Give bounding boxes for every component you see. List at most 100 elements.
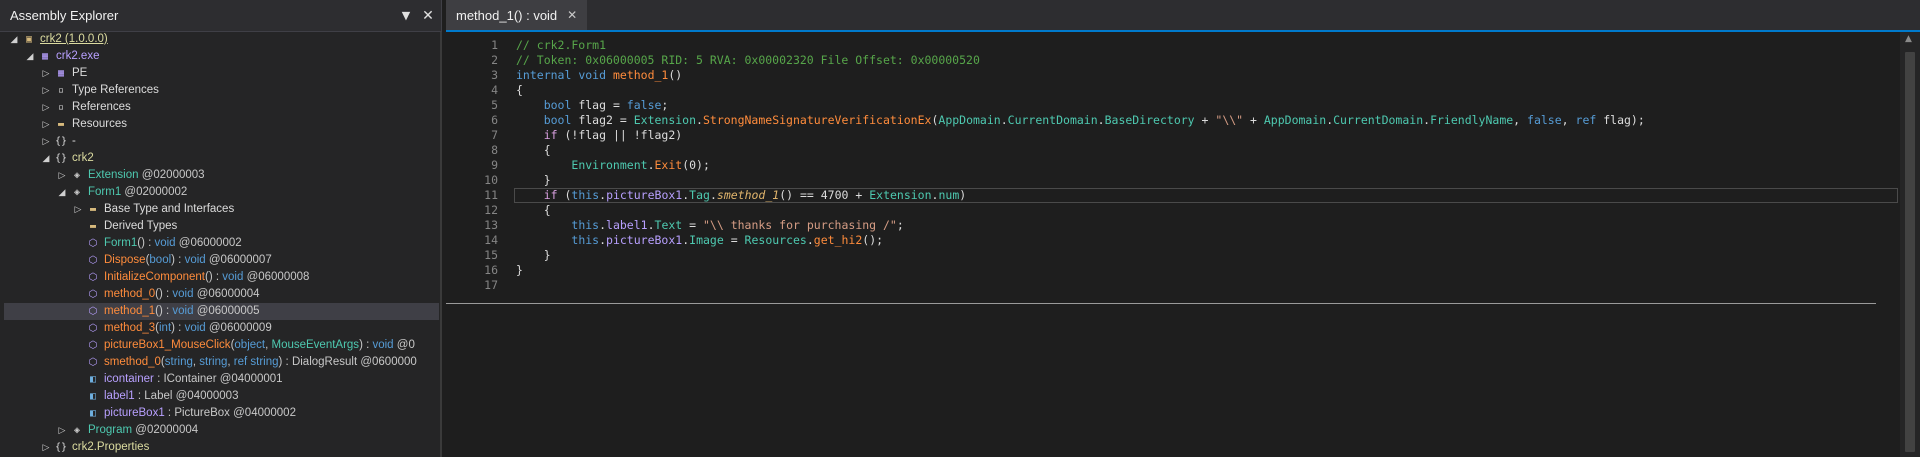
code-token: num bbox=[938, 188, 960, 202]
code-token: . bbox=[647, 218, 655, 232]
code-token: this bbox=[571, 233, 600, 247]
tree-item-label: pictureBox1 : PictureBox @04000002 bbox=[104, 405, 296, 422]
code-token: () == 4700 + bbox=[779, 188, 870, 202]
line-number: 4 bbox=[491, 83, 498, 97]
code-token: smethod_1 bbox=[716, 188, 780, 202]
tree-item-label: icontainer : IContainer @04000001 bbox=[104, 371, 283, 388]
code-token: internal bbox=[516, 68, 572, 82]
code-line: 13 this.label1.Text = "\\ thanks for pur… bbox=[446, 218, 1898, 233]
line-number: 1 bbox=[491, 38, 498, 52]
collapsed-arrow-icon[interactable]: ▷ bbox=[56, 167, 68, 184]
close-icon[interactable]: ✕ bbox=[419, 7, 437, 25]
tree-item[interactable]: ▷ ◈ Extension @02000003 bbox=[4, 167, 439, 184]
tab-method-1[interactable]: method_1() : void ✕ bbox=[446, 0, 588, 30]
collapsed-arrow-icon[interactable]: ▷ bbox=[40, 65, 52, 82]
label-segment: pictureBox1_MouseClick bbox=[104, 339, 231, 351]
field-icon: ◧ bbox=[89, 374, 97, 385]
tree-item[interactable]: ⬡ method_3(int) : void @06000009 bbox=[4, 320, 439, 337]
tree-item[interactable]: ▷ ▬ Base Type and Interfaces bbox=[4, 201, 439, 218]
tree-item[interactable]: ⬡ pictureBox1_MouseClick(object, MouseEve… bbox=[4, 337, 439, 354]
label-segment: void bbox=[172, 288, 194, 300]
tree-item-label: Resources bbox=[72, 116, 127, 133]
tree-item[interactable]: ◢{} crk2 bbox=[4, 150, 439, 167]
expanded-arrow-icon[interactable]: ◢ bbox=[8, 31, 20, 48]
label-segment: void bbox=[184, 322, 206, 334]
collapsed-arrow-icon[interactable]: ▷ bbox=[40, 99, 52, 116]
code-line: 6 bool flag2 = Extension.StrongNameSigna… bbox=[446, 113, 1898, 128]
code-line: 8 { bbox=[446, 143, 1898, 158]
close-icon[interactable]: ✕ bbox=[567, 8, 577, 22]
tree-item-label: pictureBox1_MouseClick(object, MouseEven… bbox=[104, 337, 415, 354]
tree-item[interactable]: ▷ ◈ Program @02000004 bbox=[4, 422, 439, 439]
tree-item[interactable]: ⬡ Form1() : void @06000002 bbox=[4, 235, 439, 252]
collapsed-arrow-icon[interactable]: ▷ bbox=[40, 82, 52, 99]
code-token: method_1 bbox=[612, 68, 669, 82]
tree-item[interactable]: ▷{} crk2.Properties bbox=[4, 439, 439, 456]
tree-item[interactable]: ◢ ◈ Form1 @02000002 bbox=[4, 184, 439, 201]
line-number: 7 bbox=[491, 128, 498, 142]
tree-item[interactable]: ⬡ InitializeComponent() : void @06000008 bbox=[4, 269, 439, 286]
code-token: . bbox=[647, 158, 655, 172]
code-text: internal void method_1() bbox=[516, 68, 682, 83]
tree-item[interactable]: ⬡ method_1() : void @06000005 bbox=[4, 303, 439, 320]
editor-scrollbar[interactable]: ▲ bbox=[1900, 32, 1920, 457]
tree-item-label: Derived Types bbox=[104, 218, 177, 235]
label-segment: object bbox=[234, 339, 266, 351]
expanded-arrow-icon[interactable]: ◢ bbox=[40, 150, 52, 167]
label-segment: bool bbox=[149, 254, 172, 266]
collapsed-arrow-icon[interactable]: ▷ bbox=[72, 201, 84, 218]
line-number: 11 bbox=[484, 188, 498, 202]
code-token: ) bbox=[959, 188, 967, 202]
collapsed-arrow-icon[interactable]: ▷ bbox=[40, 439, 52, 456]
tree-item[interactable]: ◢ ▣ crk2 (1.0.0.0) bbox=[4, 31, 439, 48]
tree-item[interactable]: ▷ ▦ PE bbox=[4, 65, 439, 82]
tree-item-label: label1 : Label @04000003 bbox=[104, 388, 238, 405]
tree-item[interactable]: ◧ icontainer : IContainer @04000001 bbox=[4, 371, 439, 388]
collapsed-arrow-icon[interactable]: ▷ bbox=[40, 133, 52, 150]
scroll-up-icon[interactable]: ▲ bbox=[1905, 34, 1912, 44]
code-text: { bbox=[516, 203, 551, 218]
tree-item[interactable]: ⬡ Dispose(bool) : void @06000007 bbox=[4, 252, 439, 269]
code-text: } bbox=[516, 263, 523, 278]
code-token: Environment bbox=[571, 158, 648, 172]
label-segment: void bbox=[372, 339, 394, 351]
method-icon: ⬡ bbox=[88, 340, 98, 351]
expanded-arrow-icon[interactable]: ◢ bbox=[56, 184, 68, 201]
tree-item[interactable]: ▷{} - bbox=[4, 133, 439, 150]
tree-item[interactable]: ▷ ▬ Resources bbox=[4, 116, 439, 133]
scrollbar-thumb[interactable] bbox=[1905, 52, 1915, 452]
collapsed-arrow-icon[interactable]: ▷ bbox=[40, 116, 52, 133]
collapsed-arrow-icon[interactable]: ▷ bbox=[56, 422, 68, 439]
label-segment: int bbox=[159, 322, 172, 334]
code-token: Exit bbox=[654, 158, 683, 172]
code-token: Tag bbox=[689, 188, 710, 202]
label-segment: : PictureBox @04000002 bbox=[164, 407, 296, 419]
tree-item[interactable]: ▷ ▫ Type References bbox=[4, 82, 439, 99]
tree-item[interactable]: ▬ Derived Types bbox=[4, 218, 439, 235]
chevron-down-icon[interactable]: ▼ bbox=[397, 7, 415, 25]
explorer-scrollbar[interactable] bbox=[440, 32, 442, 457]
tree-item[interactable]: ◧ label1 : Label @04000003 bbox=[4, 388, 439, 405]
tree-item[interactable]: ◧ pictureBox1 : PictureBox @04000002 bbox=[4, 405, 439, 422]
tree-item-label: References bbox=[72, 99, 131, 116]
expanded-arrow-icon[interactable]: ◢ bbox=[24, 48, 36, 65]
code-view[interactable]: 1 // crk2.Form1 2 // Token: 0x06000005 RID:… bbox=[446, 38, 1898, 304]
label-segment: void bbox=[222, 271, 244, 283]
tree-item[interactable]: ◢ ▦ crk2.exe bbox=[4, 48, 439, 65]
module-icon: ▦ bbox=[41, 51, 49, 62]
line-number: 6 bbox=[491, 113, 498, 127]
tree-item[interactable]: ⬡ method_0() : void @06000004 bbox=[4, 286, 439, 303]
code-line: 1 // crk2.Form1 bbox=[446, 38, 1898, 53]
pe-icon: ▦ bbox=[57, 68, 65, 79]
label-segment: PE bbox=[72, 67, 88, 79]
code-text: { bbox=[516, 83, 523, 98]
assembly-explorer-header: Assembly Explorer ▼ ✕ bbox=[0, 0, 441, 32]
tree-item[interactable]: ⬡ smethod_0(string, string, ref string) :… bbox=[4, 354, 439, 371]
label-segment: Dispose bbox=[104, 254, 146, 266]
tree-item[interactable]: ▷ ▫ References bbox=[4, 99, 439, 116]
label-segment: : IContainer @04000001 bbox=[153, 373, 283, 385]
assembly-icon: ▣ bbox=[25, 34, 33, 45]
